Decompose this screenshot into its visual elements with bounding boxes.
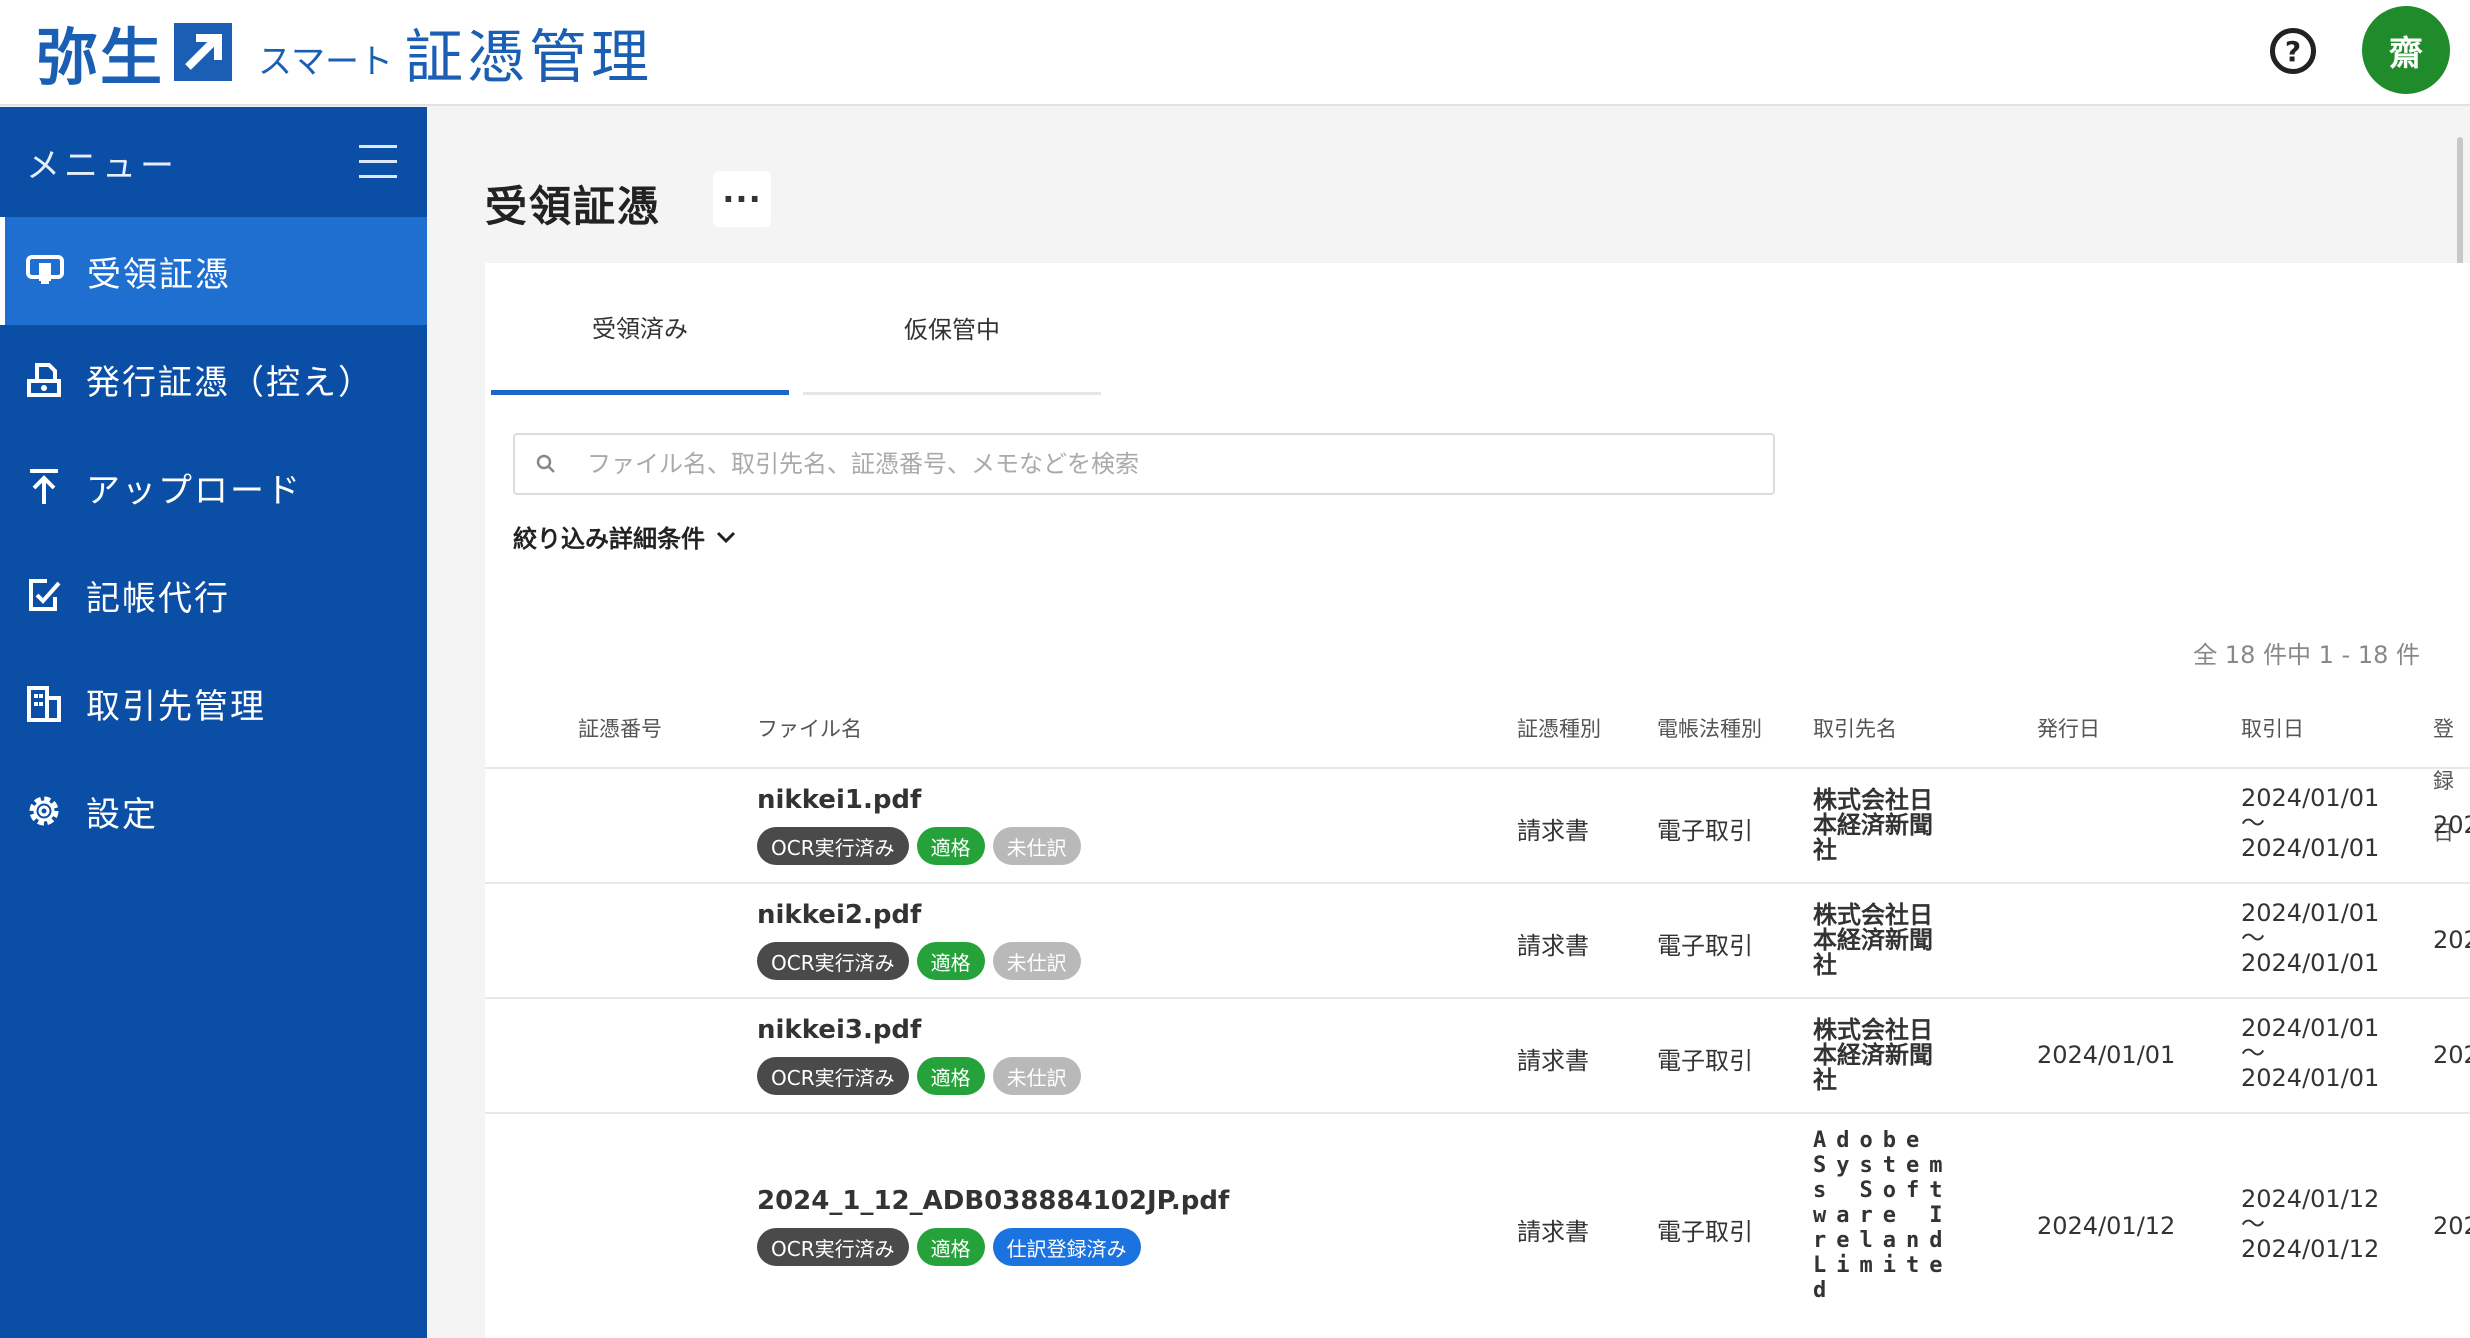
trade-date: 2024/01/01 〜 2024/01/01: [2241, 1014, 2380, 1092]
partner-name: 株式会社日本経済新聞社: [1813, 1016, 1933, 1094]
chevron-down-icon: [716, 531, 736, 543]
column-header[interactable]: 証憑番号: [578, 703, 662, 755]
file-name[interactable]: nikkei3.pdf: [757, 1015, 921, 1045]
help-icon[interactable]: ?: [2270, 28, 2316, 74]
brand-product: 証憑管理: [405, 23, 654, 91]
sidebar-item-received[interactable]: 受領証憑: [0, 217, 427, 325]
issued-document-icon: [24, 359, 64, 399]
partner-name: Adobe Systems Software Ireland Limited: [1813, 1128, 1953, 1303]
column-header[interactable]: 電帳法種別: [1657, 703, 1762, 755]
status-badges: OCR実行済み 適格 未仕訳: [757, 942, 1081, 980]
trade-date: 2024/01/01 〜 2024/01/01: [2241, 784, 2380, 862]
status-badge: 適格: [916, 1228, 985, 1266]
status-badge: 適格: [916, 1057, 985, 1095]
sidebar-item-label: 記帳代行: [86, 578, 230, 619]
table-row[interactable]: nikkei1.pdf OCR実行済み 適格 未仕訳 請求書 電子取引 株式会社…: [485, 769, 2470, 884]
hamburger-icon[interactable]: [359, 145, 397, 179]
tab-received[interactable]: 受領済み: [491, 263, 789, 395]
tab-bar: 受領済み 仮保管中: [491, 263, 1101, 395]
sidebar-item-label: 発行証憑（控え）: [86, 362, 374, 403]
tab-temporary[interactable]: 仮保管中: [803, 263, 1101, 395]
status-badge: 仕訳登録済み: [992, 1228, 1141, 1266]
status-badge: OCR実行済み: [757, 827, 909, 865]
sidebar-item-bookkeeping[interactable]: 記帳代行: [0, 541, 427, 649]
doc-type: 請求書: [1517, 817, 1589, 845]
status-badge: 未仕訳: [992, 1057, 1081, 1095]
filter-label: 絞り込み詳細条件: [513, 525, 705, 553]
search-box: [513, 433, 1775, 495]
registered-date: 2024/0: [2433, 926, 2470, 954]
doc-type: 請求書: [1517, 1218, 1589, 1246]
sidebar-item-label: 取引先管理: [86, 686, 266, 727]
issue-date: 2024/01/01: [2037, 1041, 2176, 1069]
avatar[interactable]: 齋: [2362, 6, 2450, 94]
file-name[interactable]: nikkei1.pdf: [757, 785, 921, 815]
table-row[interactable]: 2024_1_12_ADB038884102JP.pdf OCR実行済み 適格 …: [485, 1114, 2470, 1338]
edit-check-icon: [24, 575, 64, 615]
column-header[interactable]: 取引先名: [1813, 703, 1897, 755]
doc-type: 請求書: [1517, 932, 1589, 960]
page-title: 受領証憑: [485, 182, 662, 231]
status-badge: OCR実行済み: [757, 1228, 909, 1266]
sidebar-item-label: 設定: [86, 794, 158, 835]
status-badge: 未仕訳: [992, 942, 1081, 980]
law-type: 電子取引: [1657, 817, 1753, 845]
status-badge: 未仕訳: [992, 827, 1081, 865]
status-badge: 適格: [916, 942, 985, 980]
menu-header: メニュー: [0, 107, 427, 217]
sidebar-item-issued[interactable]: 発行証憑（控え）: [0, 325, 427, 433]
law-type: 電子取引: [1657, 1218, 1753, 1246]
brand-logo[interactable]: 弥生 スマート 証憑管理: [36, 12, 654, 94]
brand-arrow-icon: [174, 23, 233, 81]
brand-small: スマート: [258, 41, 393, 82]
search-icon: [536, 454, 555, 473]
registered-date: 2024/0: [2433, 1212, 2470, 1240]
law-type: 電子取引: [1657, 932, 1753, 960]
issue-date: 2024/01/12: [2037, 1212, 2176, 1240]
result-count: 全 18 件中 1 - 18 件: [2193, 641, 2420, 669]
status-badges: OCR実行済み 適格 仕訳登録済み: [757, 1228, 1141, 1266]
status-badge: OCR実行済み: [757, 942, 909, 980]
status-badges: OCR実行済み 適格 未仕訳: [757, 827, 1081, 865]
brand-main: 弥生: [36, 21, 165, 94]
partner-name: 株式会社日本経済新聞社: [1813, 901, 1933, 979]
gear-icon: [24, 791, 64, 831]
column-header[interactable]: ファイル名: [757, 703, 862, 755]
file-name[interactable]: nikkei2.pdf: [757, 900, 921, 930]
sidebar-item-partners[interactable]: 取引先管理: [0, 649, 427, 757]
more-options-button[interactable]: ···: [713, 171, 771, 227]
file-name[interactable]: 2024_1_12_ADB038884102JP.pdf: [757, 1186, 1229, 1216]
status-badge: OCR実行済み: [757, 1057, 909, 1095]
sidebar-item-settings[interactable]: 設定: [0, 757, 427, 865]
filter-toggle-button[interactable]: 絞り込み詳細条件: [513, 519, 737, 554]
law-type: 電子取引: [1657, 1047, 1753, 1075]
column-header[interactable]: 取引日: [2241, 703, 2304, 755]
main-content: 受領証憑 ··· 受領済み 仮保管中 絞り込み詳細条件 全 18 件中 1 - …: [427, 107, 2470, 1338]
search-input[interactable]: [587, 450, 1773, 478]
sidebar-item-label: 受領証憑: [87, 254, 231, 295]
menu-label: メニュー: [26, 145, 178, 186]
trade-date: 2024/01/12 〜 2024/01/12: [2241, 1185, 2380, 1263]
doc-type: 請求書: [1517, 1047, 1589, 1075]
trade-date: 2024/01/01 〜 2024/01/01: [2241, 899, 2380, 977]
sidebar: メニュー 受領証憑 発行証憑（控え） アップロード 記帳代行 取引先管理 設定: [0, 107, 427, 1338]
building-icon: [24, 683, 64, 723]
sidebar-item-upload[interactable]: アップロード: [0, 433, 427, 541]
sidebar-item-label: アップロード: [86, 470, 302, 511]
registered-date: 2024/0: [2433, 811, 2470, 839]
registered-date: 2024/0: [2433, 1041, 2470, 1069]
table-row[interactable]: nikkei3.pdf OCR実行済み 適格 未仕訳 請求書 電子取引 株式会社…: [485, 999, 2470, 1114]
column-header[interactable]: 発行日: [2037, 703, 2100, 755]
top-bar: 弥生 スマート 証憑管理 ? 齋: [0, 0, 2470, 106]
partner-name: 株式会社日本経済新聞社: [1813, 786, 1933, 864]
receipt-icon: [25, 251, 65, 291]
status-badge: 適格: [916, 827, 985, 865]
receipt-list-card: 受領済み 仮保管中 絞り込み詳細条件 全 18 件中 1 - 18 件 証憑番号…: [485, 263, 2470, 1338]
upload-icon: [24, 467, 64, 507]
table-row[interactable]: nikkei2.pdf OCR実行済み 適格 未仕訳 請求書 電子取引 株式会社…: [485, 884, 2470, 999]
status-badges: OCR実行済み 適格 未仕訳: [757, 1057, 1081, 1095]
column-header[interactable]: 証憑種別: [1517, 703, 1601, 755]
